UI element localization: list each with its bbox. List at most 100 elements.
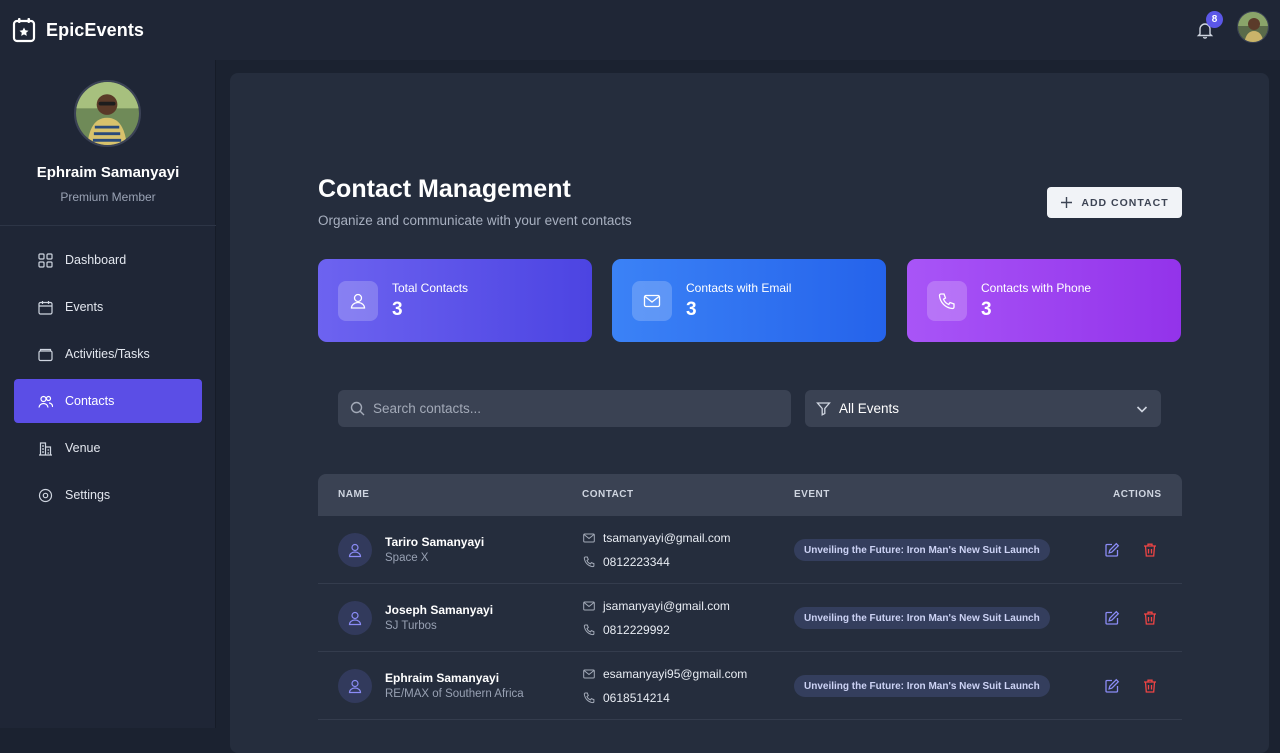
sidebar-item-contacts[interactable]: Contacts <box>14 379 202 423</box>
stat-value: 3 <box>981 299 992 320</box>
search-box <box>338 390 791 427</box>
trash-icon[interactable] <box>1142 610 1158 626</box>
contact-name: Ephraim Samanyayi <box>385 671 500 685</box>
profile-card: Ephraim Samanyayi Premium Member <box>0 60 216 226</box>
notification-badge: 8 <box>1206 11 1223 28</box>
phone-icon <box>583 556 595 568</box>
event-badge: Unveiling the Future: Iron Man's New Sui… <box>794 607 1050 629</box>
stat-card-email: Contacts with Email 3 <box>612 259 886 342</box>
sidebar-item-label: Contacts <box>65 394 115 408</box>
phone-text: 0812223344 <box>603 555 670 569</box>
contact-email[interactable]: tsamanyayi@gmail.com <box>583 531 731 545</box>
contact-phone[interactable]: 0618514214 <box>583 691 670 705</box>
contact-company: Space X <box>385 552 429 564</box>
app-name: EpicEvents <box>46 19 145 40</box>
plus-icon <box>1061 197 1073 208</box>
email-text: esamanyayi95@gmail.com <box>603 667 748 681</box>
stat-label: Total Contacts <box>392 281 469 295</box>
contact-avatar <box>338 533 372 567</box>
user-icon <box>348 543 362 558</box>
contact-phone[interactable]: 0812223344 <box>583 555 670 569</box>
sidebar-item-label: Events <box>65 300 104 314</box>
event-badge: Unveiling the Future: Iron Man's New Sui… <box>794 675 1050 697</box>
header-event[interactable]: EVENT <box>794 489 830 500</box>
brand[interactable]: EpicEvents <box>12 17 144 43</box>
top-bar: EpicEvents 8 <box>0 0 1280 60</box>
phone-text: 0812229992 <box>603 623 670 637</box>
phone-icon <box>938 293 955 310</box>
avatar[interactable] <box>1237 11 1269 43</box>
sidebar-item-label: Venue <box>65 441 101 455</box>
email-text: jsamanyayi@gmail.com <box>603 599 730 613</box>
event-filter-select[interactable]: All Events <box>805 390 1161 427</box>
table-row[interactable]: Ephraim Samanyayi RE/MAX of Southern Afr… <box>318 652 1182 720</box>
stat-card-total: Total Contacts 3 <box>318 259 592 342</box>
table-header: NAME CONTACT EVENT ACTIONS <box>318 474 1182 516</box>
phone-text: 0618514214 <box>603 691 670 705</box>
add-contact-label: ADD CONTACT <box>1081 196 1169 209</box>
contact-company: SJ Turbos <box>385 620 437 632</box>
profile-name: Ephraim Samanyayi <box>36 164 180 181</box>
email-text: tsamanyayi@gmail.com <box>603 531 731 545</box>
header-contact[interactable]: CONTACT <box>582 489 634 500</box>
filter-value: All Events <box>839 401 900 416</box>
stat-label: Contacts with Email <box>686 281 792 295</box>
contacts-table: NAME CONTACT EVENT ACTIONS Tariro Samany… <box>318 474 1182 720</box>
sidebar: Ephraim Samanyayi Premium Member Dashboa… <box>0 60 216 728</box>
mail-icon <box>583 601 595 611</box>
stat-icon-box <box>338 281 378 321</box>
edit-icon[interactable] <box>1104 678 1120 694</box>
contact-email[interactable]: jsamanyayi@gmail.com <box>583 599 730 613</box>
user-icon <box>348 679 362 694</box>
contact-phone[interactable]: 0812229992 <box>583 623 670 637</box>
header-name[interactable]: NAME <box>338 489 369 500</box>
mail-icon <box>583 669 595 679</box>
event-badge: Unveiling the Future: Iron Man's New Sui… <box>794 539 1050 561</box>
header-actions: ACTIONS <box>1113 489 1162 500</box>
edit-icon[interactable] <box>1104 610 1120 626</box>
profile-avatar[interactable] <box>74 80 141 147</box>
user-icon <box>348 611 362 626</box>
contact-company: RE/MAX of Southern Africa <box>385 688 524 700</box>
stat-value: 3 <box>686 299 697 320</box>
table-row[interactable]: Joseph Samanyayi SJ Turbos jsamanyayi@gm… <box>318 584 1182 652</box>
stat-icon-box <box>927 281 967 321</box>
chevron-down-icon <box>1136 406 1148 413</box>
table-row[interactable]: Tariro Samanyayi Space X tsamanyayi@gmai… <box>318 516 1182 584</box>
mail-icon <box>583 533 595 543</box>
sidebar-nav: Dashboard Events Activities/Tasks Contac… <box>14 238 202 520</box>
building-icon <box>39 441 52 456</box>
sidebar-item-venue[interactable]: Venue <box>14 426 202 470</box>
profile-role: Premium Member <box>60 190 156 204</box>
search-input[interactable] <box>373 401 773 416</box>
sidebar-item-events[interactable]: Events <box>14 285 202 329</box>
gear-icon <box>38 488 53 502</box>
filter-icon <box>816 402 831 416</box>
edit-icon[interactable] <box>1104 542 1120 558</box>
contact-name: Joseph Samanyayi <box>385 603 494 617</box>
trash-icon[interactable] <box>1142 542 1158 558</box>
page-subtitle: Organize and communicate with your event… <box>318 213 632 228</box>
phone-icon <box>583 624 595 636</box>
users-icon <box>38 395 53 408</box>
main-panel: Contact Management Organize and communic… <box>230 73 1269 753</box>
sidebar-item-label: Settings <box>65 488 111 502</box>
contact-avatar <box>338 669 372 703</box>
sidebar-item-dashboard[interactable]: Dashboard <box>14 238 202 282</box>
phone-icon <box>583 692 595 704</box>
contact-name: Tariro Samanyayi <box>385 535 485 549</box>
grid-icon <box>38 252 53 268</box>
folder-icon <box>38 348 53 361</box>
stat-value: 3 <box>392 299 403 320</box>
trash-icon[interactable] <box>1142 678 1158 694</box>
add-contact-button[interactable]: ADD CONTACT <box>1047 187 1182 218</box>
user-icon <box>350 293 366 309</box>
contact-avatar <box>338 601 372 635</box>
sidebar-item-activities[interactable]: Activities/Tasks <box>14 332 202 376</box>
contact-email[interactable]: esamanyayi95@gmail.com <box>583 667 747 681</box>
search-icon <box>350 401 365 416</box>
stat-card-phone: Contacts with Phone 3 <box>907 259 1181 342</box>
calendar-star-icon <box>12 18 36 43</box>
sidebar-item-label: Dashboard <box>65 253 127 267</box>
sidebar-item-settings[interactable]: Settings <box>14 473 202 517</box>
